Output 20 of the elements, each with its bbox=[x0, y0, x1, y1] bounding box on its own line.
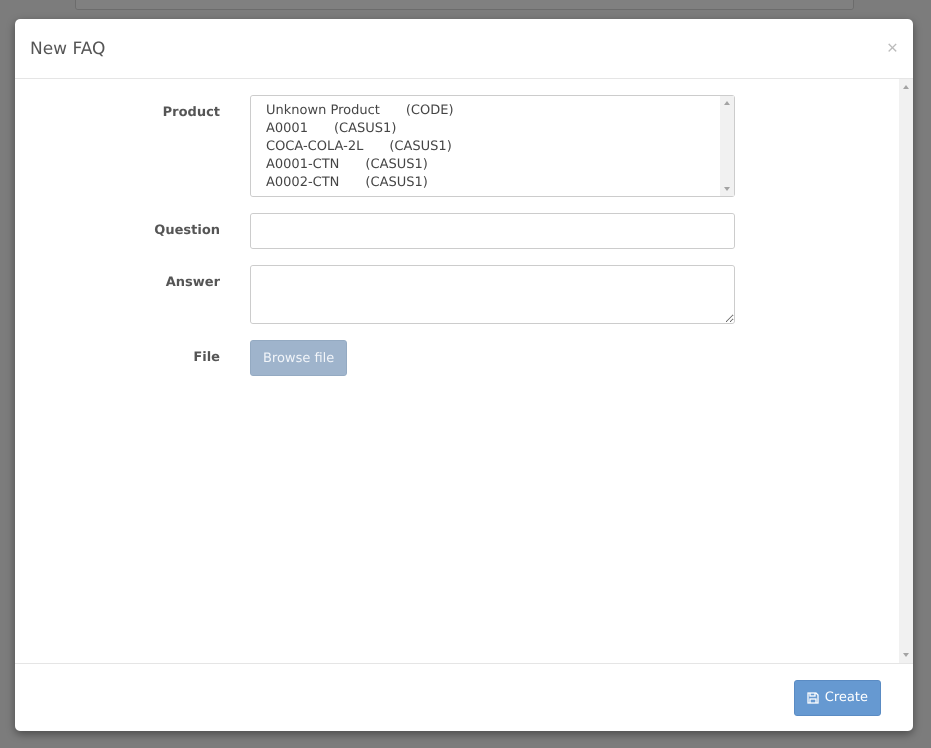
scroll-down-icon[interactable] bbox=[902, 652, 910, 658]
answer-field[interactable] bbox=[250, 265, 735, 324]
save-icon bbox=[806, 692, 819, 704]
scroll-up-icon[interactable] bbox=[902, 84, 910, 90]
scrollbar[interactable] bbox=[899, 79, 913, 663]
field-label: Question bbox=[153, 222, 220, 238]
scroll-up-icon[interactable] bbox=[723, 100, 731, 106]
field-label: Product bbox=[162, 104, 220, 120]
product-option[interactable]: Unknown Product (CODE) bbox=[266, 102, 705, 120]
field-label: File bbox=[192, 349, 220, 365]
product-option[interactable]: A0002-CTN (CASUS1) bbox=[266, 174, 705, 192]
field-label: Answer bbox=[164, 274, 220, 290]
product-option[interactable]: COCA-COLA-2L (CASUS1) bbox=[266, 138, 705, 156]
question-field[interactable] bbox=[250, 213, 735, 249]
scroll-down-icon[interactable] bbox=[723, 186, 731, 192]
product-listbox[interactable]: Unknown Product (CODE) A0001 (CASUS1) COCA-COLA-2L (CASUS1) A0001-CTN (CASUS1) A0002-CTN (CASUS1) bbox=[250, 95, 735, 197]
modal-title: New FAQ bbox=[30, 38, 106, 58]
product-option[interactable]: A0001 (CASUS1) bbox=[266, 120, 705, 138]
scrollbar[interactable] bbox=[720, 96, 734, 196]
product-option[interactable]: A0001-CTN (CASUS1) bbox=[266, 156, 705, 174]
